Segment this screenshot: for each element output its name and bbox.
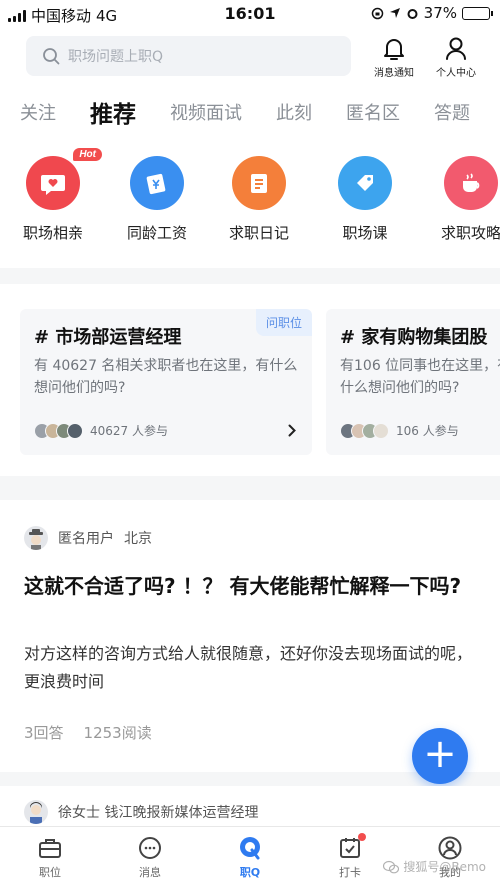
watermark: 搜狐号@Bemo [383,858,486,875]
topic-footer: 40627 人参与 [34,422,168,439]
nav-item[interactable]: 消息 [100,827,200,889]
topic-title: # 家有购物集团股 [340,327,488,348]
topic-desc: 有106 位同事也在这里，有什么想问他们的吗? [340,358,500,396]
tab-item[interactable]: 关注 [20,99,56,125]
topic-card[interactable]: 问职位 # 市场部运营经理 有 40627 名相关求职者也在这里，有什么想问他们… [20,309,312,455]
post-body[interactable]: 对方这样的咨询方式给人就很随意，还好你没去现场面试的呢，更浪费时间 [24,640,474,696]
tab-item[interactable]: 匿名区 [346,99,400,125]
unread-dot [358,833,366,841]
compose-button[interactable]: + [412,728,468,784]
hot-badge: Hot [73,148,102,161]
nav-item[interactable]: 职位 [0,827,100,889]
post-author-name: 匿名用户 [58,531,114,547]
tab-item[interactable]: 视频面试 [170,99,242,125]
category-item[interactable]: Hot 职场相亲 [8,148,102,243]
category-item[interactable]: 求职日记 [214,156,304,243]
tab-item[interactable]: 答题 [434,99,470,125]
participant-count: 106 人参与 [396,424,459,438]
topic-footer: 106 人参与 [340,422,459,439]
category-item[interactable]: 同龄工资 [112,156,202,243]
participant-count: 40627 人参与 [90,424,168,438]
tab-item[interactable]: 此刻 [276,99,312,125]
rotation-lock-icon [371,7,383,19]
post-title[interactable]: 这就不合适了吗? ！？ 有大佬能帮忙解释一下吗? [24,570,474,602]
anonymous-avatar [24,526,48,550]
user-avatar [24,800,48,824]
header: 职场问题上职Q 消息通知 个人中心 关注 推荐 视频面试 此刻 匿名区 答题 [0,28,500,138]
location-icon [389,8,400,18]
participant-avatars [34,422,83,439]
topic-desc: 有 40627 名相关求职者也在这里，有什么想问他们的吗? [34,358,298,396]
cup-icon [444,156,498,210]
nav-item[interactable]: 职Q [200,827,300,889]
search-icon [43,48,60,65]
nav-label: 打卡 [339,866,361,879]
category-row: Hot 职场相亲 同龄工资 求职日记 职场课 求职攻略 [0,138,500,268]
post-author-city: 北京 [124,531,152,547]
alarm-icon [407,8,418,19]
search-input[interactable]: 职场问题上职Q [26,36,351,76]
battery-icon [462,6,493,20]
chat-icon [100,835,200,861]
chevron-right-icon [288,424,296,437]
nav-label: 职Q [239,866,261,879]
profile-label: 个人中心 [436,68,476,79]
heart-chat-icon: Hot [26,148,102,210]
topic-card[interactable]: # 家有购物集团股 有106 位同事也在这里，有什么想问他们的吗? 106 人参… [326,309,500,455]
feed-tabs: 关注 推荐 视频面试 此刻 匿名区 答题 [0,90,500,134]
battery-percent: 37% [423,4,457,22]
money-card-icon [130,156,184,210]
nav-label: 消息 [139,866,161,879]
feed-post[interactable]: 徐女士 钱江晚报新媒体运营经理 [0,786,500,826]
notification-label: 消息通知 [374,68,414,79]
status-right: 37% [371,4,493,22]
category-item[interactable]: 职场课 [320,156,410,243]
notebook-icon [232,156,286,210]
post-author[interactable]: 徐女士 钱江晚报新媒体运营经理 [24,800,258,824]
participant-avatars [340,422,389,439]
post-author[interactable]: 匿名用户 北京 [24,526,152,550]
category-label: 职场课 [342,224,388,242]
category-item[interactable]: 求职攻略 [426,156,500,243]
search-placeholder: 职场问题上职Q [68,49,164,65]
answer-count: 3回答 [24,724,64,742]
watermark-logo-icon [383,860,400,873]
category-label: 求职日记 [228,224,289,242]
q-icon [200,835,300,861]
status-bar: 中国移动 4G 16:01 37% [0,0,500,28]
category-label: 同龄工资 [126,224,187,242]
watermark-text: 搜狐号@Bemo [403,860,486,874]
post-stats: 3回答 1253阅读 [24,722,152,743]
person-icon [446,37,466,60]
post-author-name: 徐女士 钱江晚报新媒体运营经理 [58,805,259,821]
read-count: 1253阅读 [83,724,152,742]
tab-item[interactable]: 推荐 [90,95,136,129]
category-label: 求职攻略 [440,224,500,242]
category-label: 职场相亲 [22,224,83,242]
notification-button[interactable]: 消息通知 [366,36,422,79]
tag-icon [338,156,392,210]
briefcase-icon [0,835,100,861]
bell-icon [384,39,404,60]
ask-position-badge[interactable]: 问职位 [255,309,312,336]
topic-cards: 问职位 # 市场部运营经理 有 40627 名相关求职者也在这里，有什么想问他们… [0,284,500,476]
nav-label: 职位 [39,866,61,879]
profile-button[interactable]: 个人中心 [428,36,484,79]
